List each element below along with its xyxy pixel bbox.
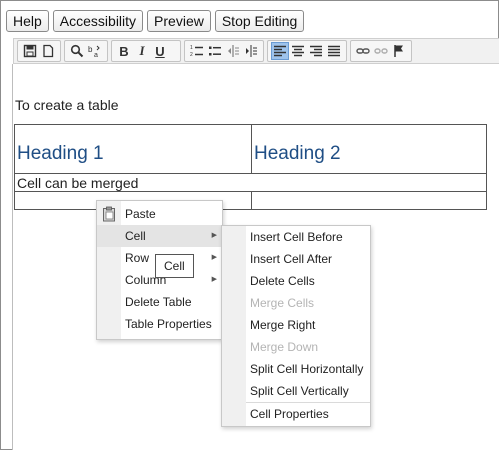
empty-table-row xyxy=(14,191,487,210)
align-right-icon[interactable] xyxy=(307,42,325,60)
menu-item-label: Insert Cell Before xyxy=(250,230,343,244)
justify-icon[interactable] xyxy=(325,42,343,60)
menu-item-label: Cell xyxy=(125,229,146,243)
svg-text:2: 2 xyxy=(190,52,193,58)
heading-1-text: Heading 1 xyxy=(17,142,104,164)
menu-item-merge-cells[interactable]: Merge Cells xyxy=(222,292,370,314)
increase-indent-icon[interactable] xyxy=(242,42,260,60)
accessibility-button[interactable]: Accessibility xyxy=(52,10,144,32)
top-button-bar: Help Accessibility Preview Stop Editing xyxy=(6,10,305,32)
menu-item-table-properties[interactable]: Table Properties xyxy=(97,313,222,335)
align-center-icon[interactable] xyxy=(289,42,307,60)
heading-cell-2[interactable]: Heading 2 xyxy=(251,124,487,174)
link-group xyxy=(350,40,412,62)
empty-cell-2[interactable] xyxy=(251,191,487,210)
bold-icon[interactable]: B xyxy=(115,42,133,60)
menu-item-merge-right[interactable]: Merge Right xyxy=(222,314,370,336)
menu-item-split-cell-vertically[interactable]: Split Cell Vertically xyxy=(222,380,370,402)
numbered-list-icon[interactable]: 12 xyxy=(188,42,206,60)
svg-text:1: 1 xyxy=(190,45,193,51)
svg-text:b: b xyxy=(88,45,93,54)
cell-submenu: Insert Cell Before Insert Cell After Del… xyxy=(221,225,371,427)
find-group: ba xyxy=(64,40,108,62)
submenu-arrow-icon: ▶ xyxy=(211,276,217,283)
heading-2-text: Heading 2 xyxy=(254,142,341,164)
tooltip: Cell xyxy=(155,254,194,278)
find-icon[interactable] xyxy=(68,42,86,60)
menu-item-label: Merge Right xyxy=(250,318,316,332)
alignment-group xyxy=(267,40,347,62)
menu-item-label: Row xyxy=(125,251,150,265)
menu-item-delete-table[interactable]: Delete Table xyxy=(97,291,222,313)
underline-icon[interactable]: U xyxy=(151,42,169,60)
stop-editing-button[interactable]: Stop Editing xyxy=(214,10,305,32)
anchor-icon[interactable] xyxy=(390,42,408,60)
svg-text:a: a xyxy=(94,52,98,58)
menu-item-merge-down[interactable]: Merge Down xyxy=(222,336,370,358)
clipboard-icon xyxy=(102,206,116,222)
menu-item-split-cell-horizontally[interactable]: Split Cell Horizontally xyxy=(222,358,370,380)
submenu-arrow-icon: ▶ xyxy=(211,254,217,261)
menu-item-label: Insert Cell After xyxy=(250,252,333,266)
menu-item-insert-cell-before[interactable]: Insert Cell Before xyxy=(222,226,370,248)
submenu-arrow-icon: ▶ xyxy=(211,232,217,239)
menu-item-label: Split Cell Horizontally xyxy=(250,362,364,376)
paragraph-group: 12 xyxy=(184,40,264,62)
new-page-icon[interactable] xyxy=(39,42,57,60)
decrease-indent-icon[interactable] xyxy=(224,42,242,60)
menu-item-cell-properties[interactable]: Cell Properties xyxy=(222,403,370,425)
editor-toolbar: ba B I U 12 xyxy=(13,38,499,64)
menu-item-label: Cell Properties xyxy=(250,407,329,421)
italic-icon[interactable]: I xyxy=(133,42,151,60)
help-button[interactable]: Help xyxy=(6,10,49,32)
unlink-icon[interactable] xyxy=(372,42,390,60)
menu-item-label: Paste xyxy=(125,207,156,221)
replace-icon[interactable]: ba xyxy=(86,42,104,60)
bulleted-list-icon[interactable] xyxy=(206,42,224,60)
intro-paragraph: To create a table xyxy=(15,97,119,113)
menu-item-label: Delete Table xyxy=(125,295,192,309)
merged-cell[interactable]: Cell can be merged xyxy=(14,173,487,192)
heading-cell-1[interactable]: Heading 1 xyxy=(14,124,252,174)
menu-item-paste[interactable]: Paste xyxy=(97,203,222,225)
link-icon[interactable] xyxy=(354,42,372,60)
preview-button[interactable]: Preview xyxy=(147,10,211,32)
menu-item-cell[interactable]: Cell ▶ xyxy=(97,225,222,247)
content-table[interactable]: Heading 1 Heading 2 Cell can be merged xyxy=(14,124,487,210)
menu-item-insert-cell-after[interactable]: Insert Cell After xyxy=(222,248,370,270)
save-icon[interactable] xyxy=(21,42,39,60)
menu-item-delete-cells[interactable]: Delete Cells xyxy=(222,270,370,292)
align-left-icon[interactable] xyxy=(271,42,289,60)
menu-item-label: Merge Down xyxy=(250,340,319,354)
menu-item-label: Delete Cells xyxy=(250,274,315,288)
menu-item-label: Merge Cells xyxy=(250,296,315,310)
format-group: B I U xyxy=(111,40,181,62)
menu-item-label: Table Properties xyxy=(125,317,212,331)
document-group xyxy=(17,40,61,62)
menu-item-label: Split Cell Vertically xyxy=(250,384,349,398)
